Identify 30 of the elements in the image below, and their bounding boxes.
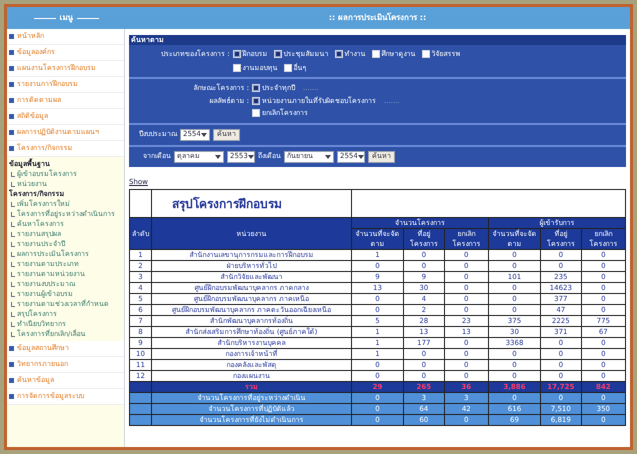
caret-icon [201,132,207,136]
caret-icon [215,154,221,158]
page-title: :: ผลการประเมินโครงการ :: [328,12,426,24]
checkbox[interactable] [232,64,241,72]
caret-icon [248,154,254,158]
checkbox[interactable] [334,50,343,58]
checkbox[interactable] [274,50,282,58]
checkbox[interactable] [284,64,292,72]
bullet-icon [9,130,14,135]
sidebar-title: เมนู [60,12,72,24]
bullet-icon [9,50,14,55]
checkbox[interactable] [422,50,430,58]
report-title: สรุปโครงการฝึกอบรม [152,190,352,218]
bullet-icon [9,378,14,383]
bullet-icon [9,98,14,103]
checkbox[interactable] [252,109,260,118]
bullet-icon [9,394,14,399]
bullet-icon [9,362,14,367]
bullet-icon [9,82,14,87]
caret-icon [325,154,331,158]
bullet-icon [9,346,14,351]
checkbox[interactable] [232,50,241,58]
checkbox[interactable] [252,84,260,92]
bullet-icon [9,114,14,119]
caret-icon [358,154,364,158]
bullet-icon [9,146,14,151]
checkbox[interactable] [372,50,380,58]
bullet-icon [9,34,14,39]
checkbox[interactable] [252,96,260,105]
bullet-icon [9,66,14,71]
